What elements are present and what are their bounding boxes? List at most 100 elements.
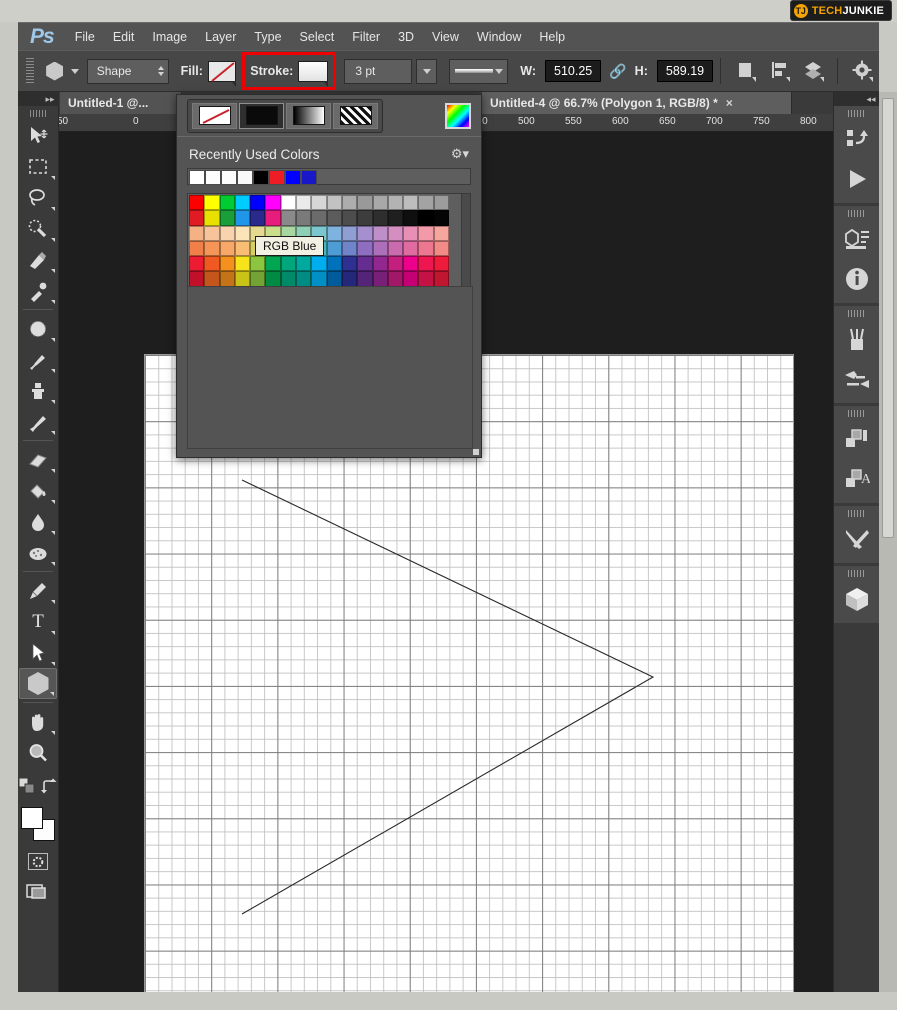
dock-group-grip[interactable] bbox=[848, 210, 865, 217]
color-swatch[interactable] bbox=[326, 271, 342, 287]
menu-view[interactable]: View bbox=[423, 26, 468, 48]
recent-swatch[interactable] bbox=[269, 170, 285, 185]
color-picker-icon[interactable] bbox=[445, 102, 471, 129]
recent-swatch[interactable] bbox=[221, 170, 237, 185]
color-swatch[interactable] bbox=[189, 256, 205, 272]
color-swatch[interactable] bbox=[341, 225, 358, 241]
3d-cube-icon[interactable] bbox=[837, 579, 877, 619]
link-chain-icon[interactable]: 🔗 bbox=[609, 63, 626, 80]
document-tab-untitled-1[interactable]: Untitled-1 @... bbox=[60, 92, 182, 114]
eyedropper-tool[interactable] bbox=[19, 275, 57, 306]
color-swatch[interactable] bbox=[204, 271, 220, 287]
color-swatch[interactable] bbox=[296, 256, 312, 272]
menu-help[interactable]: Help bbox=[530, 26, 574, 48]
color-swatch[interactable] bbox=[341, 210, 358, 226]
lasso-tool[interactable] bbox=[19, 182, 57, 213]
solid-color-mode-button[interactable] bbox=[239, 102, 284, 129]
swap-colors-icon[interactable] bbox=[41, 778, 57, 799]
foreground-color-swatch[interactable] bbox=[21, 807, 43, 829]
color-swatch[interactable] bbox=[311, 210, 327, 226]
color-swatch[interactable] bbox=[372, 210, 388, 226]
color-swatch[interactable] bbox=[418, 240, 434, 257]
menu-select[interactable]: Select bbox=[291, 26, 344, 48]
color-swatch[interactable] bbox=[204, 225, 220, 241]
color-swatch[interactable] bbox=[418, 195, 434, 211]
recent-swatch[interactable] bbox=[301, 170, 317, 185]
color-swatch[interactable] bbox=[387, 256, 404, 272]
color-swatch[interactable] bbox=[234, 210, 251, 226]
fill-swatch-button[interactable] bbox=[207, 60, 237, 87]
no-color-mode-button[interactable] bbox=[192, 102, 237, 129]
scrollbar-thumb[interactable] bbox=[882, 98, 894, 538]
color-swatch[interactable] bbox=[219, 225, 235, 241]
color-swatch[interactable] bbox=[357, 256, 373, 272]
color-swatch[interactable] bbox=[372, 271, 388, 287]
color-swatch[interactable] bbox=[204, 256, 220, 272]
eraser-tool[interactable] bbox=[19, 444, 57, 475]
recent-swatch[interactable] bbox=[205, 170, 221, 185]
color-swatch[interactable] bbox=[265, 256, 281, 272]
color-swatch[interactable] bbox=[357, 271, 373, 287]
path-arrangement-icon[interactable] bbox=[802, 59, 825, 83]
color-swatch[interactable] bbox=[311, 271, 327, 287]
color-swatch[interactable] bbox=[219, 210, 235, 226]
color-swatch[interactable] bbox=[387, 210, 404, 226]
color-swatch[interactable] bbox=[403, 240, 419, 257]
color-swatch[interactable] bbox=[403, 271, 419, 287]
color-swatch[interactable] bbox=[234, 240, 251, 257]
quick-mask-button[interactable] bbox=[28, 853, 48, 870]
close-icon[interactable]: × bbox=[726, 96, 733, 110]
path-selection-tool[interactable] bbox=[19, 637, 57, 668]
color-swatch[interactable] bbox=[265, 195, 281, 211]
stroke-swatch-button[interactable] bbox=[298, 60, 329, 87]
dock-group-grip[interactable] bbox=[848, 110, 865, 117]
recent-swatch[interactable] bbox=[253, 170, 269, 185]
color-swatch[interactable] bbox=[204, 240, 220, 257]
blur-tool[interactable] bbox=[19, 506, 57, 537]
color-swatch[interactable] bbox=[403, 210, 419, 226]
color-swatch[interactable] bbox=[219, 195, 235, 211]
color-swatch[interactable] bbox=[387, 225, 404, 241]
tool-preset-chevron-down-icon[interactable] bbox=[70, 68, 79, 74]
dock-collapse-button[interactable]: ◂◂ bbox=[833, 92, 880, 106]
color-swatch[interactable] bbox=[189, 271, 205, 287]
actions-play-icon[interactable] bbox=[837, 159, 877, 199]
layer-comps-icon[interactable] bbox=[837, 419, 877, 459]
color-swatch[interactable] bbox=[280, 256, 297, 272]
zoom-tool[interactable] bbox=[19, 737, 57, 768]
color-swatch[interactable] bbox=[280, 210, 297, 226]
dock-group-grip[interactable] bbox=[848, 410, 865, 417]
active-tool-polygon-shape-icon[interactable] bbox=[40, 58, 68, 84]
color-swatch[interactable] bbox=[341, 195, 358, 211]
menu-type[interactable]: Type bbox=[245, 26, 290, 48]
tools-wrench-icon[interactable] bbox=[837, 519, 877, 559]
default-colors-icon[interactable] bbox=[18, 777, 35, 799]
color-swatch[interactable] bbox=[311, 256, 327, 272]
color-swatch[interactable] bbox=[418, 210, 434, 226]
sponge-tool[interactable] bbox=[19, 537, 57, 568]
color-swatch[interactable] bbox=[357, 195, 373, 211]
window-scrollbar[interactable] bbox=[879, 92, 897, 992]
dock-group-grip[interactable] bbox=[848, 310, 865, 317]
color-swatch[interactable] bbox=[387, 195, 404, 211]
recent-swatch[interactable] bbox=[189, 170, 205, 185]
options-bar-grip[interactable] bbox=[26, 58, 35, 84]
color-swatch[interactable] bbox=[219, 240, 235, 257]
brush-presets-icon[interactable] bbox=[837, 359, 877, 399]
color-swatch[interactable] bbox=[204, 195, 220, 211]
screen-mode-button[interactable] bbox=[26, 882, 50, 907]
recent-swatch[interactable] bbox=[237, 170, 253, 185]
color-swatch[interactable] bbox=[296, 195, 312, 211]
measurement-log-icon[interactable] bbox=[837, 219, 877, 259]
shape-mode-select[interactable]: Shape bbox=[86, 58, 169, 84]
color-swatch[interactable] bbox=[326, 240, 342, 257]
shape-tool[interactable] bbox=[19, 668, 57, 699]
gradient-mode-button[interactable] bbox=[286, 102, 331, 129]
gear-icon[interactable] bbox=[851, 59, 873, 83]
color-swatch[interactable] bbox=[433, 256, 450, 272]
color-swatch[interactable] bbox=[250, 210, 266, 226]
color-swatch[interactable] bbox=[189, 240, 205, 257]
color-swatch[interactable] bbox=[189, 225, 205, 241]
tools-panel-grip[interactable] bbox=[29, 110, 47, 117]
hand-tool[interactable] bbox=[19, 706, 57, 737]
